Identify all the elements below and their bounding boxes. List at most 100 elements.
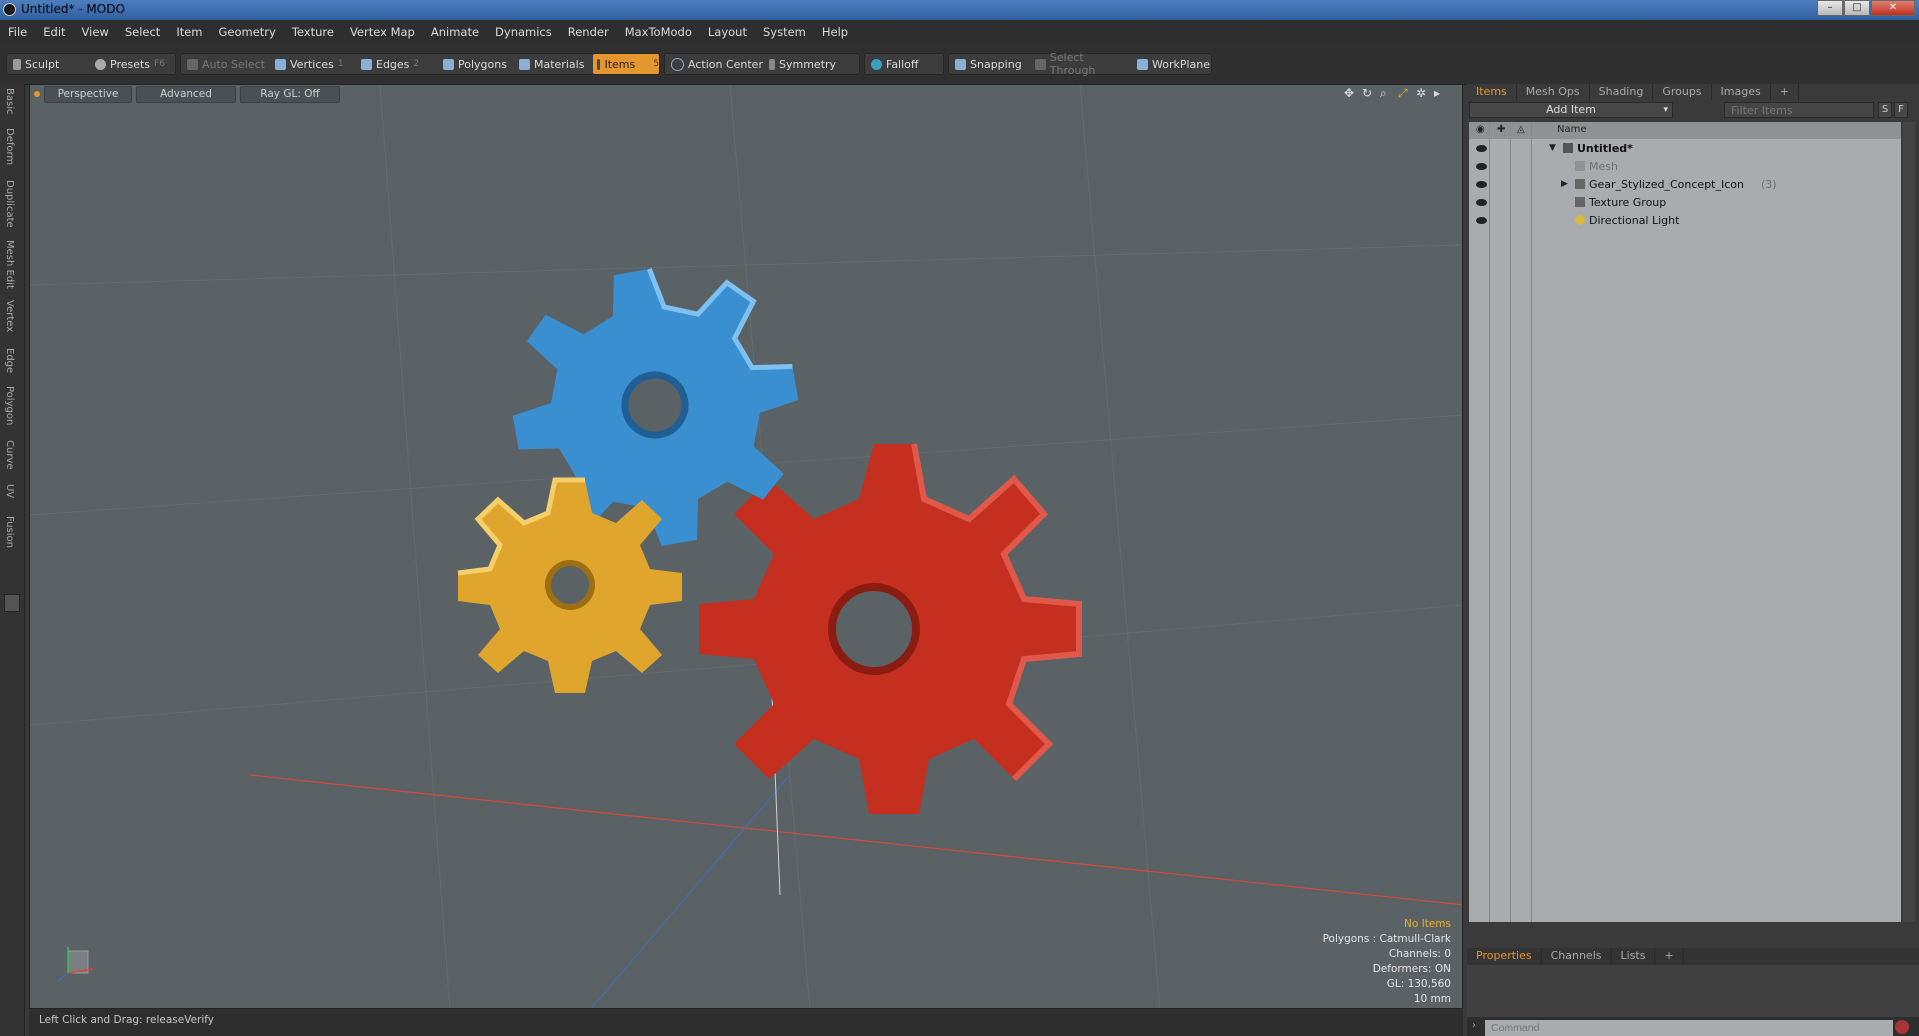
select-through-button[interactable]: Select Through	[1031, 51, 1131, 77]
visibility-eye-icon[interactable]	[1476, 181, 1487, 188]
materials-button[interactable]: Materials	[515, 54, 591, 74]
tab-channels[interactable]: Channels	[1542, 948, 1612, 964]
ray-gl-tab[interactable]: Ray GL: Off	[240, 86, 340, 103]
visibility-eye-icon[interactable]	[1476, 163, 1487, 170]
polygons-icon	[443, 58, 454, 70]
gl-info: GL: 130,560	[1386, 978, 1451, 990]
menu-edit[interactable]: Edit	[35, 25, 73, 39]
tab-mesh-edit[interactable]: Mesh Edit	[4, 240, 15, 289]
filter-f-button[interactable]: F	[1894, 102, 1908, 118]
perspective-tab[interactable]: Perspective	[44, 86, 132, 103]
tab-shading[interactable]: Shading	[1590, 84, 1654, 100]
tab-polygon[interactable]: Polygon	[4, 386, 15, 425]
menu-file[interactable]: File	[0, 25, 35, 39]
collapse-triangle-icon[interactable]: ▼	[1549, 143, 1556, 153]
add-tab-button[interactable]: +	[1655, 948, 1684, 964]
tree-row-texture-group[interactable]: Texture Group	[1469, 194, 1901, 212]
menu-select[interactable]: Select	[117, 25, 168, 39]
tabs-expand-icon[interactable]	[4, 594, 20, 612]
menu-geometry[interactable]: Geometry	[211, 25, 284, 39]
visibility-column-icon: ◉	[1476, 124, 1485, 135]
expand-triangle-icon[interactable]: ▶	[1561, 179, 1568, 189]
tree-row-mesh[interactable]: Mesh	[1469, 158, 1901, 176]
menu-layout[interactable]: Layout	[700, 25, 755, 39]
filter-items-input[interactable]	[1724, 102, 1874, 118]
maximize-button[interactable]: □	[1844, 0, 1870, 16]
tab-deform[interactable]: Deform	[4, 128, 15, 165]
tab-lists[interactable]: Lists	[1612, 948, 1656, 964]
tab-edge[interactable]: Edge	[4, 348, 15, 373]
tab-curve[interactable]: Curve	[4, 440, 15, 470]
tab-properties[interactable]: Properties	[1467, 948, 1542, 964]
maximize-view-icon[interactable]: ⤢	[1398, 87, 1410, 99]
tab-basic[interactable]: Basic	[4, 88, 15, 114]
left-tool-tabs: Basic Deform Duplicate Mesh Edit Vertex …	[0, 84, 25, 1036]
action-center-button[interactable]: Action Center	[667, 54, 763, 74]
menu-item[interactable]: Item	[168, 25, 210, 39]
command-stop-icon[interactable]	[1895, 1020, 1909, 1034]
menu-render[interactable]: Render	[560, 25, 617, 39]
snapping-button[interactable]: Snapping	[951, 54, 1029, 74]
menu-vertex-map[interactable]: Vertex Map	[342, 25, 423, 39]
visibility-eye-icon[interactable]	[1476, 145, 1487, 152]
tree-row-scene[interactable]: ▼ Untitled*	[1469, 140, 1901, 158]
move-view-icon[interactable]: ✥	[1344, 87, 1356, 99]
tab-uv[interactable]: UV	[4, 484, 15, 498]
add-item-button[interactable]: Add Item ▾	[1469, 102, 1673, 118]
tree-row-directional-light[interactable]: Directional Light	[1469, 212, 1901, 230]
symmetry-icon	[769, 58, 775, 70]
menu-dynamics[interactable]: Dynamics	[487, 25, 560, 39]
workplane-button[interactable]: WorkPlane	[1133, 54, 1211, 74]
menu-maxtomodo[interactable]: MaxToModo	[617, 25, 700, 39]
polygons-button[interactable]: Polygons	[439, 54, 513, 74]
symmetry-button[interactable]: Symmetry	[765, 54, 859, 74]
items-button[interactable]: Items 5	[593, 54, 659, 74]
edges-button[interactable]: Edges 2	[357, 54, 437, 74]
item-list-header: ◉ ✚ ◬ Name	[1469, 122, 1901, 139]
add-tab-button[interactable]: +	[1771, 84, 1799, 100]
rotate-view-icon[interactable]: ↻	[1362, 87, 1374, 99]
auto-select-button[interactable]: Auto Select	[183, 54, 269, 74]
vertices-button[interactable]: Vertices 1	[271, 54, 355, 74]
menu-view[interactable]: View	[74, 25, 117, 39]
menu-system[interactable]: System	[755, 25, 814, 39]
filter-s-button[interactable]: S	[1878, 102, 1892, 118]
materials-icon	[519, 58, 530, 70]
arrow-right-icon[interactable]: ▸	[1434, 87, 1446, 99]
tab-images[interactable]: Images	[1712, 84, 1771, 100]
deformers-info: Deformers: ON	[1372, 963, 1451, 975]
sculpt-button[interactable]: Sculpt	[9, 54, 89, 74]
name-column-header[interactable]: Name	[1557, 124, 1587, 135]
minimize-button[interactable]: –	[1817, 0, 1843, 16]
menu-help[interactable]: Help	[814, 25, 856, 39]
vertices-label: Vertices	[290, 57, 334, 71]
close-button[interactable]: ✕	[1871, 0, 1915, 16]
presets-label: Presets	[110, 57, 151, 71]
command-input[interactable]	[1485, 1020, 1893, 1036]
menu-animate[interactable]: Animate	[423, 25, 487, 39]
settings-icon[interactable]: ✲	[1416, 87, 1428, 99]
falloff-button[interactable]: Falloff	[867, 54, 943, 74]
snapping-label: Snapping	[970, 57, 1022, 71]
viewport-scene[interactable]	[30, 85, 1463, 1009]
zoom-view-icon[interactable]: ⌕	[1380, 87, 1392, 99]
tab-vertex[interactable]: Vertex	[4, 300, 15, 332]
tab-fusion[interactable]: Fusion	[4, 516, 15, 548]
right-panel: Items Mesh Ops Shading Groups Images + A…	[1467, 84, 1919, 1036]
viewport-info: No Items Polygons : Catmull-Clark Channe…	[1323, 917, 1451, 1007]
tab-groups[interactable]: Groups	[1653, 84, 1712, 100]
3d-viewport[interactable]: Perspective Advanced Ray GL: Off ✥ ↻ ⌕ ⤢…	[29, 84, 1463, 1009]
tree-row-gear-group[interactable]: ▶ Gear_Stylized_Concept_Icon (3)	[1469, 176, 1901, 194]
item-list-scrollbar[interactable]	[1903, 122, 1915, 922]
presets-button[interactable]: Presets F6	[91, 54, 175, 74]
visibility-eye-icon[interactable]	[1476, 217, 1487, 224]
edges-shortcut: 2	[413, 59, 420, 69]
tab-items[interactable]: Items	[1467, 84, 1517, 100]
tab-duplicate[interactable]: Duplicate	[4, 180, 15, 228]
visibility-eye-icon[interactable]	[1476, 199, 1487, 206]
tab-mesh-ops[interactable]: Mesh Ops	[1517, 84, 1590, 100]
menu-texture[interactable]: Texture	[284, 25, 342, 39]
mesh-name: Mesh	[1589, 160, 1618, 173]
scene-name: Untitled*	[1577, 142, 1633, 155]
advanced-tab[interactable]: Advanced	[136, 86, 236, 103]
